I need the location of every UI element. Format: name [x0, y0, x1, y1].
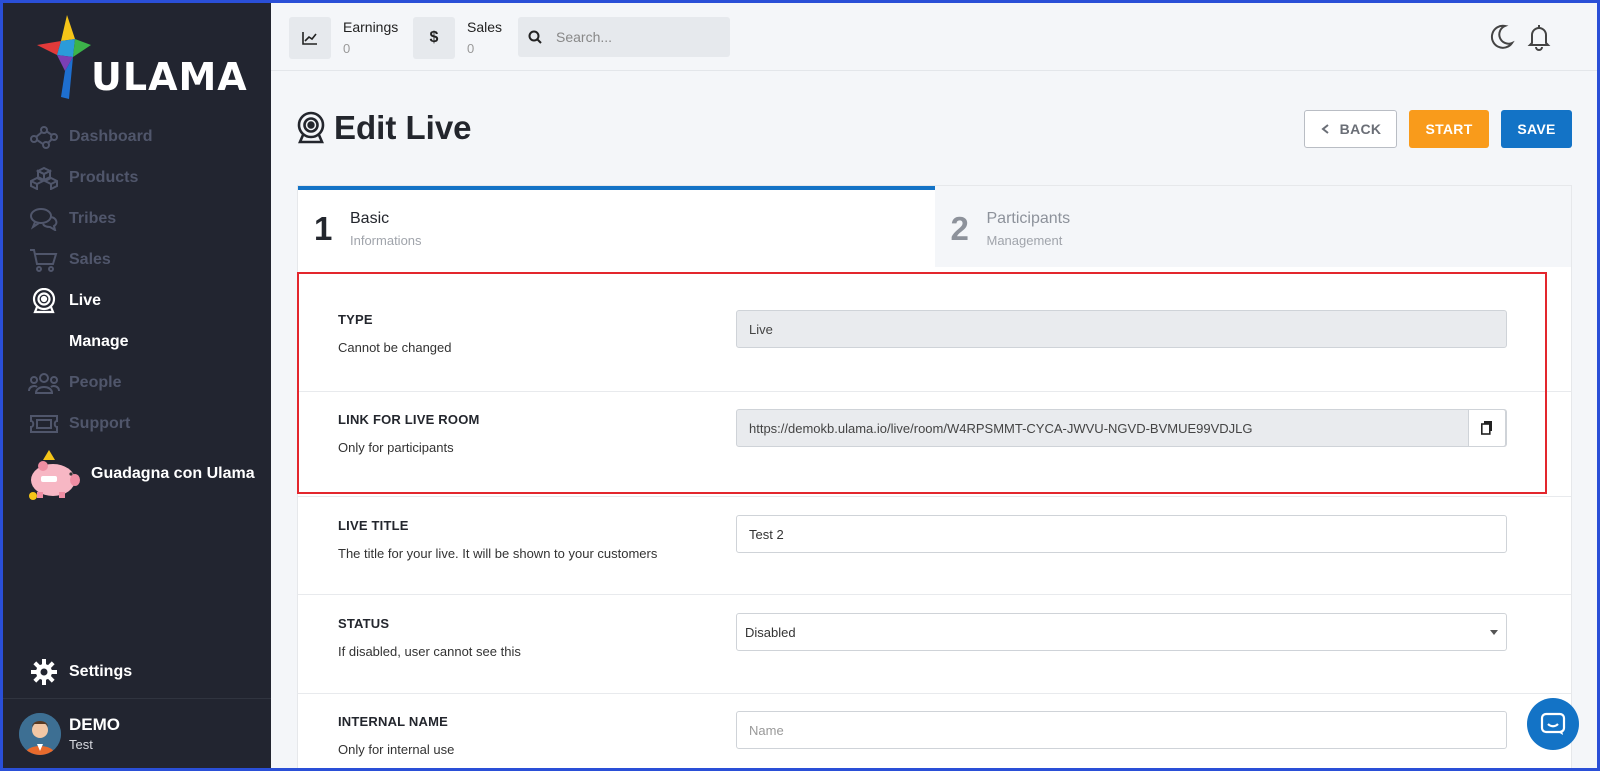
link-hint: Only for participants — [338, 440, 454, 455]
sidebar-item-products[interactable]: Products — [3, 157, 271, 198]
live-title-hint: The title for your live. It will be show… — [338, 546, 658, 561]
promo-guadagna[interactable]: Guadagna con Ulama — [3, 444, 271, 504]
topbar: Earnings 0 $ Sales 0 — [271, 3, 1597, 71]
sidebar-item-support[interactable]: Support — [3, 403, 271, 444]
sidebar-item-people[interactable]: People — [3, 362, 271, 403]
sidebar-item-live[interactable]: Live — [3, 280, 271, 321]
back-label: BACK — [1339, 121, 1382, 137]
status-label: STATUS — [338, 616, 390, 631]
type-label: TYPE — [338, 312, 373, 327]
step-title: Basic — [350, 209, 390, 227]
step-number: 1 — [314, 209, 333, 247]
chat-icon — [1540, 712, 1566, 735]
link-value: https://demokb.ulama.io/live/room/W4RPSM… — [749, 420, 1253, 436]
type-hint: Cannot be changed — [338, 340, 452, 355]
start-button[interactable]: START — [1409, 110, 1489, 148]
link-label: LINK FOR LIVE ROOM — [338, 412, 480, 427]
sidebar-item-label: Tribes — [69, 209, 117, 227]
step-subtitle: Management — [986, 232, 1063, 248]
sidebar-item-tribes[interactable]: Tribes — [3, 198, 271, 239]
form-row-status: STATUS If disabled, user cannot see this… — [298, 594, 1571, 693]
live-title-input[interactable]: Test 2 — [736, 515, 1507, 553]
sidebar-item-label: Sales — [69, 250, 111, 268]
sidebar-item-label: Dashboard — [69, 127, 153, 145]
chevron-down-icon — [1490, 630, 1498, 635]
user-profile[interactable]: DEMO Test — [3, 698, 271, 768]
step-title: Participants — [986, 209, 1071, 227]
sidebar-subitem-manage[interactable]: Manage — [3, 321, 271, 362]
users-icon — [27, 369, 61, 397]
sales-value: 0 — [467, 41, 475, 56]
internal-name-label: INTERNAL NAME — [338, 714, 448, 729]
save-button[interactable]: SAVE — [1501, 110, 1572, 148]
chart-line-icon — [289, 17, 331, 59]
search-input[interactable] — [556, 29, 706, 45]
link-field[interactable]: https://demokb.ulama.io/live/room/W4RPSM… — [736, 409, 1507, 447]
internal-name-hint: Only for internal use — [338, 742, 455, 757]
form-row-title: LIVE TITLE The title for your live. It w… — [298, 496, 1571, 594]
form-row-link: LINK FOR LIVE ROOM Only for participants… — [298, 391, 1571, 496]
bell-icon[interactable] — [1525, 23, 1553, 51]
gear-icon — [27, 658, 61, 686]
comments-icon — [27, 205, 61, 233]
dollar-icon: $ — [413, 17, 455, 59]
sidebar-item-label: Live — [69, 291, 102, 309]
promo-label: Guadagna con Ulama — [91, 465, 255, 482]
step-number: 2 — [950, 209, 969, 247]
page-title: Edit Live — [334, 109, 472, 146]
cubes-icon — [27, 164, 61, 192]
brand-logo[interactable]: ULAMA — [35, 11, 248, 103]
form-row-type: TYPE Cannot be changed Live — [298, 267, 1571, 391]
earnings-label: Earnings — [343, 19, 399, 35]
status-hint: If disabled, user cannot see this — [338, 644, 521, 659]
sales-label: Sales — [467, 19, 503, 35]
moon-icon[interactable] — [1487, 23, 1515, 51]
piggy-bank-icon — [29, 450, 80, 500]
sidebar-item-dashboard[interactable]: Dashboard — [3, 116, 271, 157]
webcam-icon — [27, 287, 61, 315]
user-name: DEMO — [69, 715, 120, 734]
sidebar: ULAMA Dashboard Products Tribes Sales Li… — [3, 3, 271, 768]
step-basic[interactable]: 1 Basic Informations — [298, 186, 935, 267]
earnings-stat[interactable]: Earnings 0 — [289, 17, 398, 59]
user-role: Test — [69, 737, 93, 752]
page-header: Edit Live — [296, 109, 472, 147]
share-nodes-icon — [27, 123, 61, 151]
main-content: Edit Live BACK START SAVE 1 Basic Inform… — [271, 71, 1597, 771]
search-box — [518, 17, 730, 57]
status-select[interactable]: Disabled — [736, 613, 1507, 651]
sidebar-nav: Dashboard Products Tribes Sales Live Man… — [3, 116, 271, 504]
internal-name-input[interactable]: Name — [736, 711, 1507, 749]
form-row-internal-name: INTERNAL NAME Only for internal use Name — [298, 693, 1571, 771]
settings-label: Settings — [69, 663, 133, 680]
sales-stat[interactable]: $ Sales 0 — [413, 17, 502, 59]
copy-link-button[interactable] — [1468, 409, 1506, 447]
webcam-icon — [297, 111, 325, 144]
logo-text: ULAMA — [91, 55, 248, 99]
chevron-left-icon — [1321, 124, 1329, 134]
cart-icon — [27, 246, 61, 274]
status-value: Disabled — [745, 624, 796, 640]
sidebar-item-sales[interactable]: Sales — [3, 239, 271, 280]
type-field: Live — [736, 310, 1507, 348]
wizard-steps: 1 Basic Informations 2 Participants Mana… — [298, 186, 1571, 267]
sidebar-item-settings[interactable]: Settings — [27, 658, 132, 686]
step-participants[interactable]: 2 Participants Management — [934, 186, 1571, 267]
ticket-icon — [27, 410, 61, 438]
edit-live-card: 1 Basic Informations 2 Participants Mana… — [297, 185, 1572, 771]
back-button[interactable]: BACK — [1304, 110, 1397, 148]
copy-icon — [1481, 421, 1492, 435]
sidebar-item-label: Products — [69, 168, 139, 186]
chat-button[interactable] — [1527, 698, 1579, 750]
earnings-value: 0 — [343, 41, 351, 56]
step-subtitle: Informations — [350, 232, 422, 248]
sidebar-item-label: People — [69, 373, 122, 391]
live-title-label: LIVE TITLE — [338, 518, 409, 533]
search-icon — [528, 30, 542, 44]
avatar — [19, 712, 61, 755]
sidebar-item-label: Support — [69, 414, 131, 432]
